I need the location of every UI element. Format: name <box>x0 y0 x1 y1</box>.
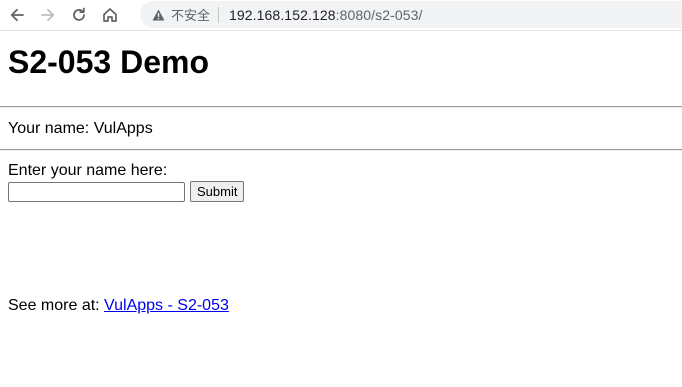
url-path: :8080/s2-053/ <box>335 6 423 23</box>
page-content: S2-053 Demo Your name: VulApps Enter you… <box>0 44 682 315</box>
submit-button[interactable]: Submit <box>190 181 245 202</box>
url-text[interactable]: 192.168.152.128:8080/s2-053/ <box>229 7 423 23</box>
security-label: 不安全 <box>171 8 211 23</box>
arrow-left-icon <box>10 8 24 22</box>
see-more-line: See more at: VulApps - S2-053 <box>8 297 682 315</box>
warning-triangle-icon <box>152 9 165 20</box>
forward-button[interactable] <box>37 4 59 26</box>
arrow-right-icon <box>41 8 55 22</box>
name-display: Your name: VulApps <box>8 120 153 137</box>
page-title: S2-053 Demo <box>8 44 209 80</box>
reload-icon <box>73 7 85 21</box>
see-more-prefix: See more at: <box>8 297 105 314</box>
vulapps-link[interactable]: VulApps - S2-053 <box>104 297 229 314</box>
name-input[interactable] <box>8 181 185 202</box>
home-icon <box>103 8 117 22</box>
divider-top <box>0 106 682 108</box>
url-host: 192.168.152.128 <box>229 6 336 23</box>
back-button[interactable] <box>6 4 28 26</box>
name-form: Submit <box>8 181 682 202</box>
divider-bottom <box>0 149 682 151</box>
home-button[interactable] <box>99 4 121 26</box>
omnibox-divider <box>218 6 220 23</box>
security-indicator[interactable]: 不安全 <box>152 5 210 24</box>
reload-button[interactable] <box>68 4 90 26</box>
browser-toolbar: 不安全 192.168.152.128:8080/s2-053/ <box>0 0 682 31</box>
address-bar[interactable]: 不安全 192.168.152.128:8080/s2-053/ <box>140 1 682 28</box>
name-form-label: Enter your name here: <box>8 162 168 179</box>
